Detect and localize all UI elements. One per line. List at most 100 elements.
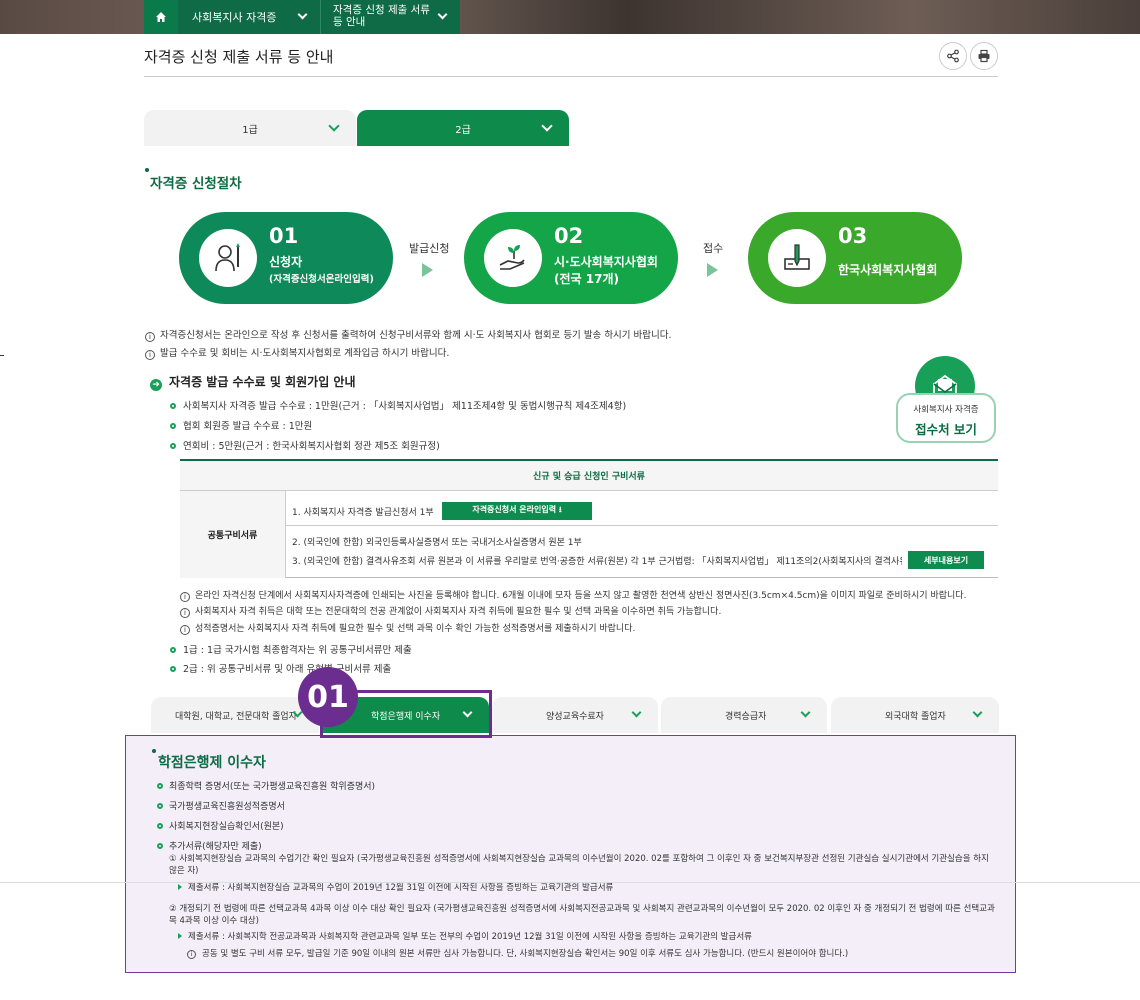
print-icon [978, 49, 990, 63]
grade-note-2-text: 2급 : 위 공통구비서류 및 아래 유형별 구비서류 제출 [183, 664, 392, 675]
docs-table-header: 신규 및 승급 신청인 구비서류 [180, 461, 998, 491]
table-note-1-text: 온라인 자격신청 단계에서 사회복지사자격증에 인쇄되는 사진을 등록해야 합니… [195, 591, 967, 601]
highlight-badge: 01 [298, 667, 358, 727]
arrow-label-receive: 접수 [703, 242, 724, 255]
tab-foreign-university-label: 외국대학 졸업자 [885, 711, 946, 722]
page-title: 자격증 신청 제출 서류 등 안내 [144, 48, 334, 66]
grade-note-2: 2급 : 위 공통구비서류 및 아래 유형별 구비서류 제출 [170, 661, 391, 675]
bullet-icon [157, 803, 163, 809]
fee-item-1: 사회복지사 자격증 발급 수수료 : 1만원(근거 : 「사회복지사업법」 제1… [170, 398, 626, 412]
breadcrumb-level2[interactable]: 자격증 신청 제출 서류 등 안내 [320, 0, 460, 34]
print-button[interactable] [970, 42, 998, 70]
tab-grade-2[interactable]: 2급 [357, 110, 569, 146]
fee-item-2-text: 협회 회원증 발급 수수료 : 1만원 [183, 421, 313, 432]
tab-grade-1[interactable]: 1급 [144, 110, 356, 146]
docs-row-2: 2. (외국인에 한함) 외국인등록사실증명서 또는 국내거소사실증명서 원본 … [292, 538, 582, 548]
step-2: 02 시·도사회복지사협회 (전국 17개) [464, 212, 678, 304]
chevron-down-icon [972, 707, 983, 718]
grade-note-1: 1급 : 1급 국가시험 최종합격자는 위 공통구비서류만 제출 [170, 642, 412, 656]
step-3-number: 03 [838, 224, 868, 248]
bullet-icon [170, 443, 176, 449]
tab-grade-1-label: 1급 [242, 124, 258, 136]
step-1-number: 01 [269, 224, 299, 248]
chevron-down-icon [297, 9, 308, 20]
share-button[interactable] [939, 42, 967, 70]
step-3: 03 한국사회복지사협회 [748, 212, 962, 304]
step-2-label: 시·도사회복지사협회 (전국 17개) [554, 254, 658, 288]
breadcrumb-level1[interactable]: 사회복지사 자격증 [178, 0, 320, 34]
panel-item-3-text: 사회복지현장실습확인서(원본) [169, 822, 284, 832]
panel-sub1-doc-text: 제출서류 : 사회복지현장실습 교과목의 수업이 2019년 12월 31일 이… [188, 883, 614, 893]
panel-item-4: 추가서류(해당자만 제출) [157, 839, 262, 852]
credit-bank-panel: 학점은행제 이수자 최종학력 증명서(또는 국가평생교육진흥원 학위증명서) 국… [125, 735, 1016, 973]
tab-training-course-label: 양성교육수료자 [546, 711, 604, 722]
info-icon: i [145, 350, 155, 360]
panel-item-3: 사회복지현장실습확인서(원본) [157, 819, 284, 832]
share-icon [947, 49, 959, 63]
tab-foreign-university[interactable]: 외국대학 졸업자 [831, 697, 999, 733]
fee-item-1-text: 사회복지사 자격증 발급 수수료 : 1만원(근거 : 「사회복지사업법」 제1… [183, 401, 627, 412]
fee-title: ➜ 자격증 발급 수수료 및 회원가입 안내 [150, 373, 356, 391]
tab-career-promotion[interactable]: 경력승급자 [661, 697, 827, 733]
panel-sub2-doc-text: 제출서류 : 사회복지학 전공교과목과 사회복지학 관련교과목 일부 또는 전부… [188, 932, 752, 942]
bullet-icon [170, 423, 176, 429]
info-icon: i [145, 332, 155, 342]
step-2-line1: 시·도사회복지사협회 [554, 255, 658, 269]
table-note-3: i 성적증명서는 사회복지사 자격 취득에 필요한 필수 및 선택 과목 이수 확… [180, 621, 635, 635]
bullet-icon [170, 403, 176, 409]
note-2-text: 발급 수수료 및 회비는 시·도사회복지사협회로 계좌입금 하시기 바랍니다. [160, 348, 450, 359]
triangle-bullet-icon [178, 933, 182, 939]
online-application-button[interactable]: 자격증신청서 온라인입력 ⭳ [442, 502, 592, 520]
reception-button[interactable]: 사회복지사 자격증 접수처 보기 [896, 393, 996, 443]
step-1: 01 신청자 (자격증신청서온라인입력) [179, 212, 393, 304]
arrow-circle-icon: ➜ [150, 379, 162, 391]
tab-university-graduate[interactable]: 대학원, 대학교, 전문대학 졸업자 [151, 697, 319, 733]
grade-note-1-text: 1급 : 1급 국가시험 최종합격자는 위 공통구비서류만 제출 [183, 645, 412, 656]
fee-title-text: 자격증 발급 수수료 및 회원가입 안내 [169, 375, 356, 389]
docs-row-1: 1. 사회복지사 자격증 발급신청서 1부 [292, 508, 434, 518]
step-2-line2: (전국 17개) [554, 272, 619, 286]
arrow-label-apply: 발급신청 [409, 242, 450, 255]
info-icon: i [180, 592, 190, 602]
hand-sprout-icon [484, 229, 542, 287]
table-note-2: i 사회복지사 자격 취득은 대학 또는 전문대학의 전공 관계없이 사회복지사 … [180, 604, 721, 618]
fee-item-3: 연회비 : 5만원(근거 : 한국사회복지사협회 정관 제5조 회원규정) [170, 438, 440, 452]
note-1: i 자격증신청서는 온라인으로 작성 후 신청서를 출력하여 신청구비서류와 함께… [145, 327, 672, 342]
panel-item-2-text: 국가평생교육진흥원성적증명서 [169, 802, 285, 812]
info-icon: i [187, 950, 196, 959]
docs-divider [286, 525, 998, 526]
panel-footnote: i 공동 및 별도 구비 서류 모두, 발급일 기준 90일 이내의 원본 서류만… [187, 948, 848, 960]
tab-grade-2-label: 2급 [455, 124, 471, 136]
step-3-label: 한국사회복지사협회 [838, 263, 938, 277]
page-edge-mark [0, 355, 4, 356]
tab-training-course[interactable]: 양성교육수료자 [492, 697, 658, 733]
step-1-line2: (자격증신청서온라인입력) [269, 274, 374, 285]
reception-line1: 사회복지사 자격증 [913, 405, 979, 415]
table-note-1: i 온라인 자격신청 단계에서 사회복지사자격증에 인쇄되는 사진을 등록해야 합… [180, 588, 966, 602]
table-note-2-text: 사회복지사 자격 취득은 대학 또는 전문대학의 전공 관계없이 사회복지사 자… [195, 607, 722, 617]
step-1-line1: 신청자 [269, 255, 303, 269]
table-note-3-text: 성적증명서는 사회복지사 자격 취득에 필요한 필수 및 선택 과목 이수 확인… [195, 624, 636, 634]
fee-item-3-text: 연회비 : 5만원(근거 : 한국사회복지사협회 정관 제5조 회원규정) [183, 441, 440, 452]
details-button[interactable]: 세부내용보기 [908, 551, 984, 569]
arrow-right-icon [707, 263, 718, 277]
note-1-text: 자격증신청서는 온라인으로 작성 후 신청서를 출력하여 신청구비서류와 함께 … [160, 330, 672, 341]
bullet-icon [170, 647, 176, 653]
triangle-bullet-icon [178, 884, 182, 890]
tab-university-graduate-label: 대학원, 대학교, 전문대학 졸업자 [175, 711, 297, 722]
bullet-icon [157, 783, 163, 789]
panel-title: 학점은행제 이수자 [152, 749, 266, 772]
info-icon: i [180, 625, 190, 635]
chevron-down-icon [541, 120, 553, 132]
panel-footnote-text: 공동 및 별도 구비 서류 모두, 발급일 기준 90일 이내의 원본 서류만 … [202, 949, 849, 959]
chevron-down-icon [631, 707, 642, 718]
docs-table: 신규 및 승급 신청인 구비서류 공통구비서류 1. 사회복지사 자격증 발급신… [180, 459, 998, 578]
panel-item-2: 국가평생교육진흥원성적증명서 [157, 799, 285, 812]
arrow-right-icon [422, 263, 433, 277]
bullet-icon [157, 843, 163, 849]
breadcrumb-level1-label: 사회복지사 자격증 [192, 11, 277, 24]
chevron-down-icon [800, 707, 811, 718]
home-button[interactable] [144, 0, 178, 34]
panel-item-1-text: 최종학력 증명서(또는 국가평생교육진흥원 학위증명서) [169, 782, 376, 792]
panel-sub1-doc: 제출서류 : 사회복지현장실습 교과목의 수업이 2019년 12월 31일 이… [178, 882, 613, 894]
